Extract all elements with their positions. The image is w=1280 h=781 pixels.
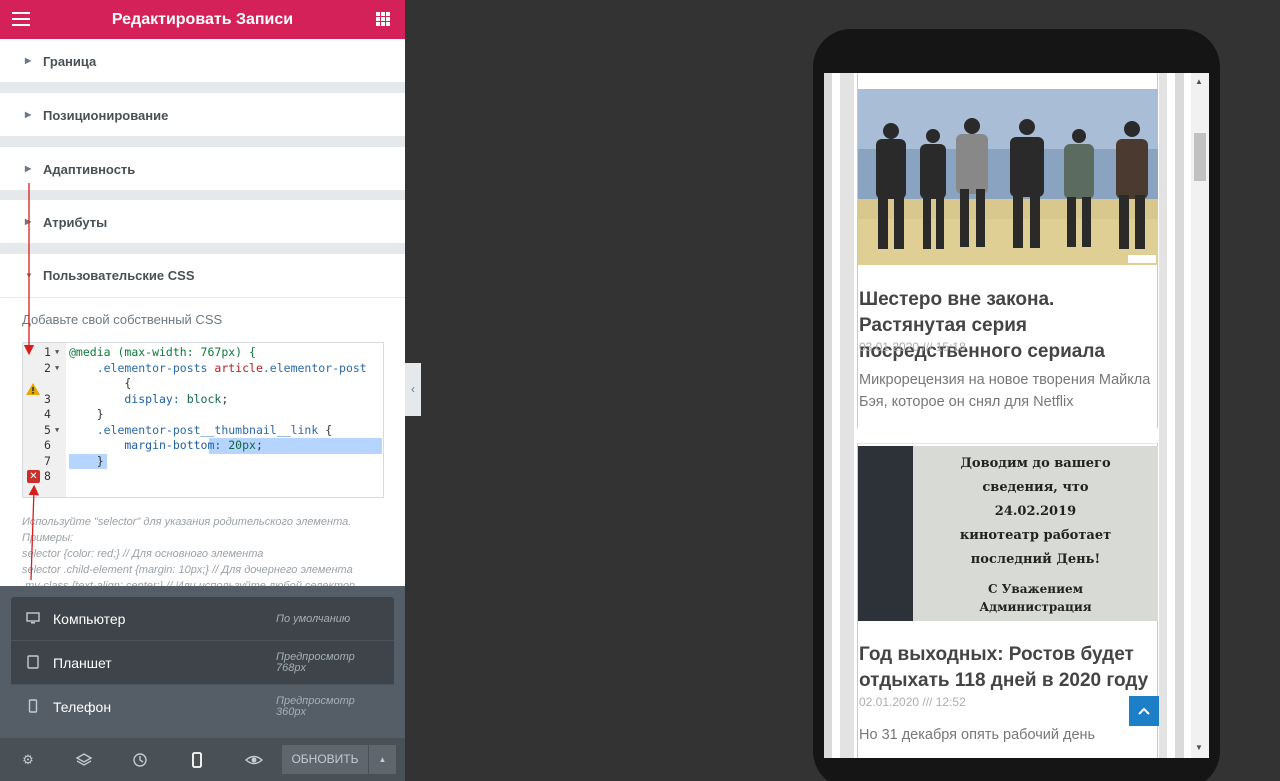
- code-line: {: [69, 376, 132, 390]
- caret-down-icon: ▼: [25, 271, 33, 280]
- fold-icon[interactable]: ▼: [55, 361, 59, 377]
- responsive-item-hint: Предпросмотр 768px: [276, 651, 355, 674]
- mobile-icon: [28, 699, 38, 713]
- scroll-down-icon[interactable]: ▼: [1195, 743, 1203, 752]
- post-card[interactable]: Шестеро вне закона. Растянутая серия пос…: [857, 73, 1158, 428]
- editor-gutter: 1 ▼ 2 ▼ 3 4 5 ▼ 6 7 ✕ 8: [23, 343, 66, 497]
- fold-icon[interactable]: ▼: [55, 345, 59, 361]
- gutter-line: 6: [44, 438, 51, 452]
- section-responsive[interactable]: ▶ Адаптивность: [0, 147, 405, 190]
- post-excerpt: Микрорецензия на новое творения Майкла Б…: [859, 372, 1151, 410]
- help-line: selector .child-element {margin: 10px;} …: [22, 564, 353, 576]
- section-label: Граница: [43, 54, 97, 69]
- post-card[interactable]: Доводим до вашего сведения, что 24.02.20…: [857, 443, 1158, 758]
- caret-right-icon: ▶: [25, 217, 32, 226]
- notice-photo-text: Доводим до вашего сведения, что 24.02.20…: [959, 456, 1112, 614]
- help-line: Примеры:: [22, 532, 74, 544]
- fold-icon[interactable]: ▼: [55, 423, 59, 439]
- responsive-mode-list: Компьютер По умолчанию Планшет Предпросм…: [11, 597, 394, 729]
- layout-guide: [824, 73, 832, 758]
- post-title[interactable]: Год выходных: Ростов будет отдыхать 118 …: [859, 642, 1159, 694]
- responsive-item-mobile[interactable]: Телефон Предпросмотр 360px: [11, 685, 394, 729]
- gutter-line: ✕ 8: [23, 469, 66, 485]
- mobile-preview-screen[interactable]: Шестеро вне закона. Растянутая серия пос…: [824, 73, 1209, 758]
- responsive-item-label: Планшет: [53, 655, 112, 671]
- custom-css-body: Добавьте свой собственный CSS 1 ▼ 2 ▼ 3 4 …: [0, 298, 405, 586]
- layers-icon[interactable]: [75, 751, 93, 769]
- layout-guide: [840, 73, 854, 758]
- chevron-up-icon: [1138, 707, 1150, 715]
- widgets-grid-icon[interactable]: [376, 12, 390, 26]
- css-hint: Добавьте свой собственный CSS: [22, 312, 223, 327]
- scrollbar-thumb[interactable]: [1194, 133, 1206, 181]
- preview-scrollbar[interactable]: ▲ ▼: [1191, 73, 1209, 758]
- post-meta: 03.01.2020 /// 15:18: [859, 340, 966, 354]
- caret-right-icon: ▶: [25, 164, 32, 173]
- tablet-icon: [27, 655, 39, 669]
- section-positioning[interactable]: ▶ Позиционирование: [0, 93, 405, 136]
- post-thumbnail[interactable]: [858, 89, 1158, 265]
- caret-right-icon: ▶: [25, 110, 32, 119]
- section-border[interactable]: ▶ Граница: [0, 39, 405, 82]
- section-custom-css[interactable]: ▼ Пользовательские CSS: [0, 254, 405, 298]
- panel-footer: ⚙ ОБНОВИТЬ ▲: [0, 738, 405, 781]
- responsive-item-hint: По умолчанию: [276, 612, 351, 625]
- responsive-item-label: Телефон: [53, 699, 112, 715]
- gutter-line: 1 ▼: [44, 345, 60, 361]
- scroll-to-top-button[interactable]: [1129, 696, 1159, 726]
- code-line: }: [69, 453, 104, 468]
- editor-panel: Редактировать Записи ▶ Граница ▶ Позицио…: [0, 0, 405, 781]
- responsive-item-desktop[interactable]: Компьютер По умолчанию: [11, 597, 394, 641]
- error-icon: ✕: [27, 470, 40, 483]
- code-line: display: block;: [69, 391, 229, 406]
- responsive-item-hint: Предпросмотр 360px: [276, 695, 355, 718]
- section-label: Позиционирование: [43, 108, 169, 123]
- responsive-item-tablet[interactable]: Планшет Предпросмотр 768px: [11, 641, 394, 685]
- eye-icon[interactable]: [245, 751, 263, 769]
- code-line: .elementor-posts article.elementor-post: [96, 360, 367, 375]
- section-attributes[interactable]: ▶ Атрибуты: [0, 200, 405, 243]
- caret-right-icon: ▶: [25, 56, 32, 65]
- mobile-icon[interactable]: [188, 751, 206, 769]
- gutter-line: 3: [44, 391, 51, 406]
- section-label: Атрибуты: [43, 215, 108, 230]
- responsive-mode-menu: Компьютер По умолчанию Планшет Предпросм…: [0, 586, 405, 738]
- help-line: Используйте "selector" для указания роди…: [22, 516, 352, 528]
- code-line: @media (max-width: 767px) {: [69, 345, 256, 359]
- layout-guide: [1175, 73, 1184, 758]
- gutter-line: 7: [44, 453, 51, 468]
- panel-title: Редактировать Записи: [111, 11, 294, 28]
- code-line: }: [69, 407, 104, 421]
- responsive-item-label: Компьютер: [53, 611, 126, 627]
- gear-icon[interactable]: ⚙: [19, 751, 37, 769]
- section-label: Адаптивность: [43, 162, 136, 177]
- layout-guide: [1159, 73, 1167, 758]
- css-code-editor[interactable]: 1 ▼ 2 ▼ 3 4 5 ▼ 6 7 ✕ 8 @media (max-width: …: [22, 342, 384, 498]
- css-help-text: Используйте "selector" для указания роди…: [22, 514, 392, 586]
- desktop-icon: [26, 612, 40, 624]
- section-label: Пользовательские CSS: [43, 268, 195, 283]
- help-line: .my-class {text-align: center;} // Или и…: [22, 580, 356, 586]
- code-line: .elementor-post__thumbnail__link {: [96, 422, 333, 437]
- panel-header: Редактировать Записи: [0, 0, 405, 39]
- post-excerpt: Но 31 декабря опять рабочий день: [859, 727, 1096, 743]
- post-meta: 02.01.2020 /// 12:52: [859, 695, 966, 709]
- gutter-line: 2 ▼: [23, 361, 66, 395]
- caret-up-icon[interactable]: ▲: [369, 745, 396, 774]
- update-button[interactable]: ОБНОВИТЬ: [282, 745, 369, 774]
- collapse-panel-button[interactable]: ‹: [405, 363, 421, 416]
- gutter-line: 5 ▼: [44, 422, 60, 439]
- code-line: margin-bottom: 20px;: [69, 438, 263, 452]
- gutter-line: 4: [44, 407, 51, 421]
- history-icon[interactable]: [131, 751, 149, 769]
- scroll-up-icon[interactable]: ▲: [1195, 77, 1203, 86]
- help-line: selector {color: red;} // Для основного …: [22, 548, 264, 560]
